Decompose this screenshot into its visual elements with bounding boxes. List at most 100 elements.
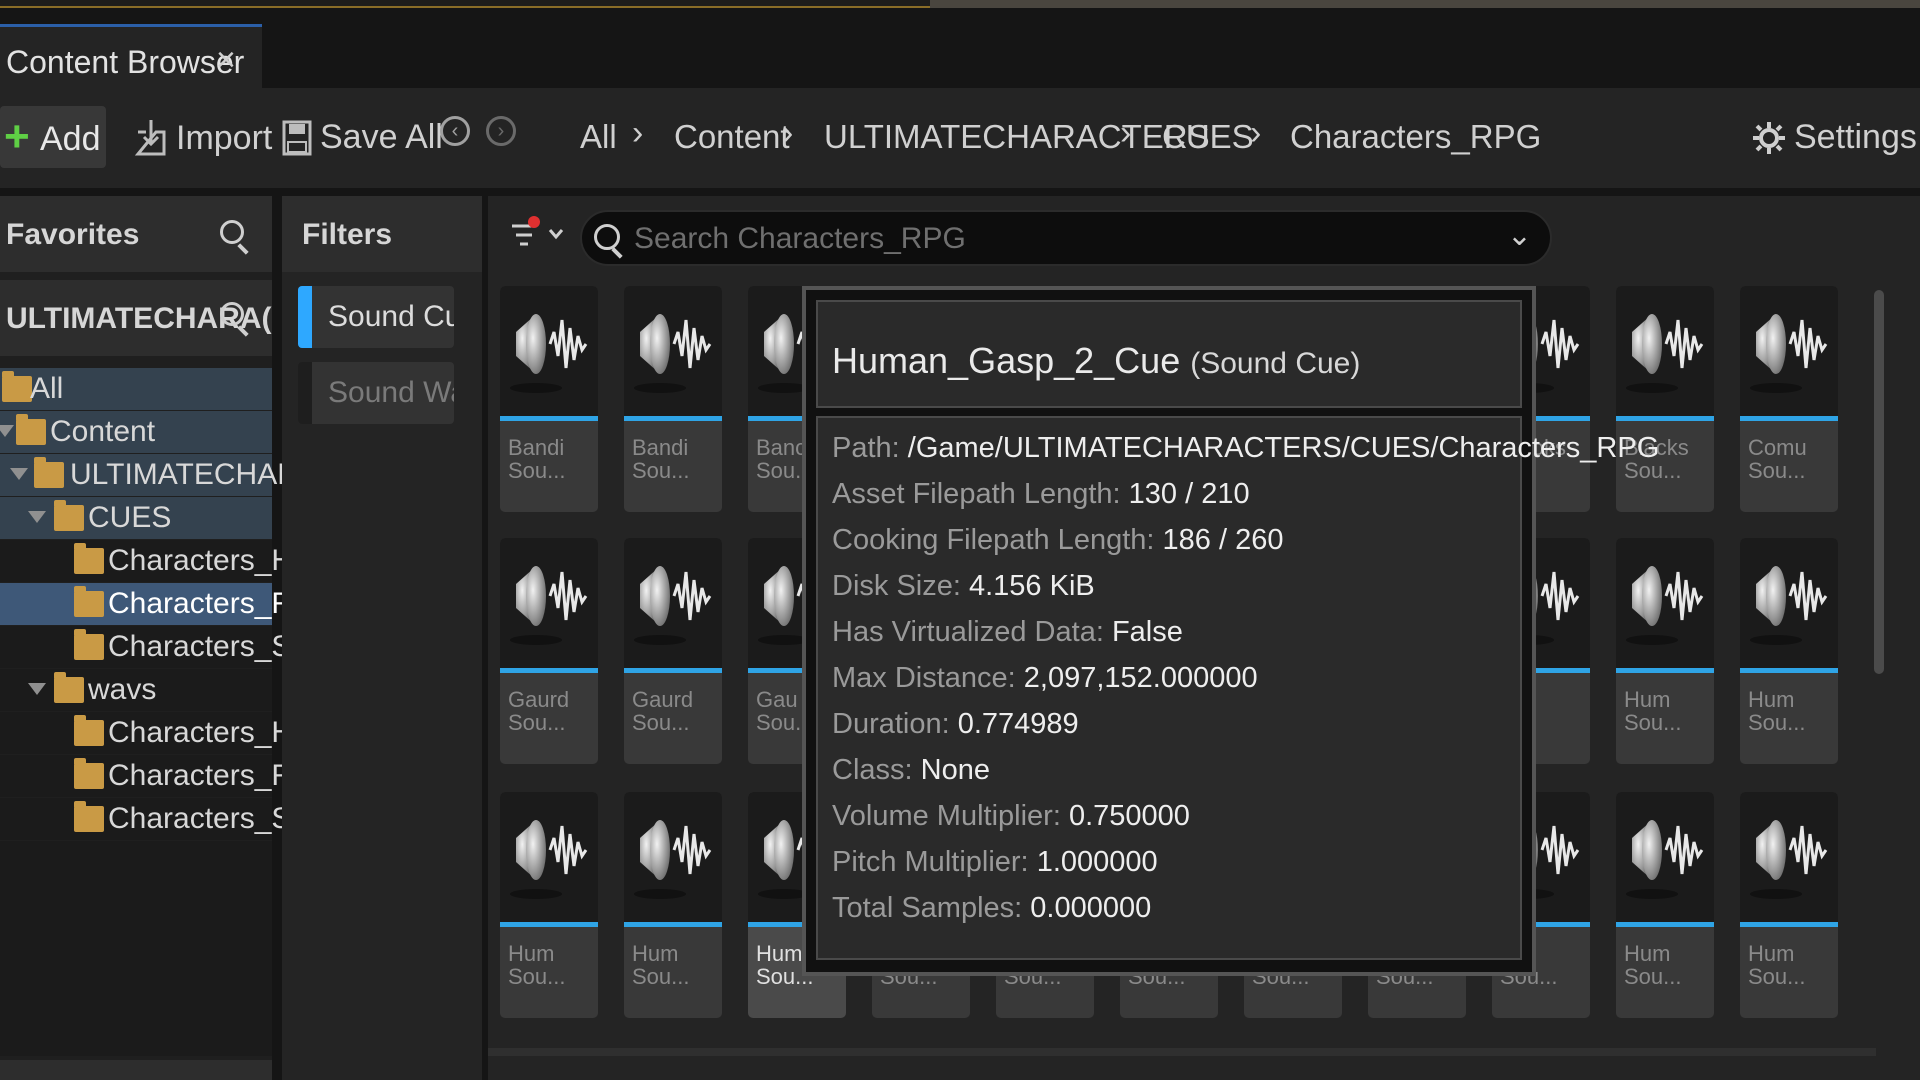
tooltip-key: Has Virtualized Data: bbox=[832, 616, 1104, 648]
asset-tile[interactable]: Comu Sou... bbox=[1740, 286, 1838, 512]
tooltip-row: Has Virtualized Data: False bbox=[832, 616, 1183, 649]
asset-type-label: Sou... bbox=[632, 710, 690, 735]
favorites-header[interactable]: Favorites bbox=[0, 196, 272, 272]
back-icon[interactable]: ‹ bbox=[440, 116, 470, 146]
sound-waveform-icon bbox=[510, 566, 588, 645]
tooltip-key: Asset Filepath Length: bbox=[832, 478, 1121, 510]
asset-tile[interactable]: Bandi Sou... bbox=[624, 286, 722, 512]
tree-item-wavs-characters-hc[interactable]: Characters_Hc bbox=[0, 712, 308, 754]
asset-tile[interactable]: Hum Sou... bbox=[500, 792, 598, 1018]
tree-item-wavs[interactable]: wavs bbox=[0, 669, 272, 711]
asset-tile[interactable]: Hum Sou... bbox=[1616, 792, 1714, 1018]
tree-item-label: Characters_RI bbox=[108, 587, 302, 620]
asset-type-bar bbox=[624, 922, 722, 927]
chevron-down-icon[interactable] bbox=[0, 425, 14, 437]
search-icon[interactable] bbox=[220, 302, 244, 326]
close-icon[interactable]: × bbox=[216, 41, 236, 80]
collections-header[interactable] bbox=[0, 1060, 272, 1080]
filter-icon[interactable] bbox=[510, 216, 570, 256]
path-header[interactable]: ULTIMATECHARA( bbox=[0, 280, 272, 356]
tree-item-content[interactable]: Content bbox=[0, 411, 272, 453]
asset-tile[interactable]: Hum Sou... bbox=[1740, 792, 1838, 1018]
asset-thumbnail bbox=[1616, 792, 1714, 922]
search-placeholder: Search Characters_RPG bbox=[634, 222, 966, 255]
asset-tile[interactable]: Hum Sou... bbox=[624, 792, 722, 1018]
breadcrumb-item-1[interactable]: Content bbox=[674, 118, 790, 156]
breadcrumb-separator: › bbox=[632, 114, 644, 152]
tree-item-characters-sc[interactable]: Characters_SC bbox=[0, 626, 313, 668]
asset-name: Bandi bbox=[632, 435, 689, 456]
folder-icon bbox=[74, 758, 104, 789]
breadcrumb-item-4[interactable]: Characters_RPG bbox=[1290, 118, 1541, 156]
filters-panel: Filters Sound Cue Sound Wave bbox=[282, 196, 482, 1080]
asset-tile[interactable]: Hum Sou... bbox=[1740, 538, 1838, 764]
tree-item-label: Characters_Hc bbox=[108, 544, 309, 577]
search-input[interactable]: Search Characters_RPG ⌄ bbox=[580, 210, 1552, 266]
tooltip-asset-type: (Sound Cue) bbox=[1190, 347, 1361, 380]
tooltip-key: Duration: bbox=[832, 708, 950, 740]
asset-tile[interactable]: Bandi Sou... bbox=[500, 286, 598, 512]
settings-button[interactable]: Settings bbox=[1752, 118, 1917, 157]
sound-waveform-icon bbox=[1626, 314, 1704, 393]
import-button[interactable]: Import bbox=[134, 118, 272, 158]
tree-item-characters-hc[interactable]: Characters_Hc bbox=[0, 540, 308, 582]
add-button-label: Add bbox=[40, 120, 101, 158]
tree-item-wavs-characters-rpg[interactable]: Characters_RI bbox=[0, 755, 301, 797]
horizontal-scrollbar[interactable] bbox=[488, 1048, 1876, 1056]
folder-open-icon bbox=[34, 457, 64, 488]
tab-title: Content Browser bbox=[6, 44, 245, 80]
vertical-scrollbar[interactable] bbox=[1874, 290, 1884, 674]
asset-type-label: Sou... bbox=[1748, 964, 1806, 989]
chevron-down-icon[interactable] bbox=[28, 511, 46, 523]
asset-type-label: Sou... bbox=[508, 964, 566, 989]
tooltip-key: Volume Multiplier: bbox=[832, 800, 1061, 832]
chevron-down-icon[interactable] bbox=[28, 683, 46, 695]
filter-chip-sound-wave[interactable]: Sound Wave bbox=[298, 362, 454, 424]
asset-name: Hum bbox=[508, 941, 555, 962]
add-button[interactable]: + Add bbox=[0, 106, 106, 168]
sound-waveform-icon bbox=[634, 314, 712, 393]
tooltip-row: Total Samples: 0.000000 bbox=[832, 892, 1151, 925]
breadcrumb-item-2[interactable]: ULTIMATECHARACTERS bbox=[824, 118, 1210, 156]
breadcrumb-item-3[interactable]: CUES bbox=[1162, 118, 1254, 156]
forward-icon[interactable]: › bbox=[486, 116, 516, 146]
chevron-down-icon[interactable] bbox=[10, 468, 28, 480]
tooltip-row: Path: /Game/ULTIMATECHARACTERS/CUES/Char… bbox=[832, 432, 1659, 465]
tree-item-all[interactable]: All bbox=[0, 368, 272, 410]
tree-item-ultimatecharacters[interactable]: ULTIMATECHARA bbox=[0, 454, 319, 496]
asset-tile[interactable]: Blacks Sou... bbox=[1616, 286, 1714, 512]
sound-waveform-icon bbox=[1750, 314, 1828, 393]
asset-type-bar bbox=[500, 668, 598, 673]
asset-tile[interactable]: Hum Sou... bbox=[1616, 538, 1714, 764]
tree-item-cues[interactable]: CUES bbox=[0, 497, 272, 539]
tooltip-row: Max Distance: 2,097,152.000000 bbox=[832, 662, 1258, 695]
tooltip-value: 0.774989 bbox=[957, 708, 1079, 740]
asset-thumbnail bbox=[500, 792, 598, 922]
tree-item-wavs-characters-sc[interactable]: Characters_SC bbox=[0, 798, 313, 840]
breadcrumb-item-0[interactable]: All bbox=[580, 118, 617, 156]
tab-content-browser[interactable]: Content Browser × bbox=[0, 24, 262, 96]
asset-tile[interactable]: Gaurd Sou... bbox=[500, 538, 598, 764]
sound-waveform-icon bbox=[510, 314, 588, 393]
asset-type-bar bbox=[624, 668, 722, 673]
search-icon[interactable] bbox=[220, 220, 244, 244]
import-button-label: Import bbox=[176, 118, 273, 157]
sound-waveform-icon bbox=[1750, 566, 1828, 645]
tooltip-title: Human_Gasp_2_Cue (Sound Cue) bbox=[832, 340, 1360, 382]
asset-type-label: Sou... bbox=[508, 710, 566, 735]
tooltip-row: Pitch Multiplier: 1.000000 bbox=[832, 846, 1158, 879]
gear-icon bbox=[1753, 121, 1785, 154]
asset-type-label: Sou... bbox=[632, 458, 690, 483]
chevron-down-icon[interactable]: ⌄ bbox=[1507, 218, 1532, 253]
tooltip-value: False bbox=[1111, 616, 1183, 648]
save-all-button[interactable]: Save All bbox=[282, 118, 443, 157]
sound-waveform-icon bbox=[510, 820, 588, 899]
asset-type-bar bbox=[1740, 416, 1838, 421]
asset-tile[interactable]: Gaurd Sou... bbox=[624, 538, 722, 764]
tooltip-key: Cooking Filepath Length: bbox=[832, 524, 1155, 556]
filters-title: Filters bbox=[302, 218, 393, 251]
tree-item-characters-rpg[interactable]: Characters_RI bbox=[0, 583, 301, 625]
filter-chip-sound-cue[interactable]: Sound Cue bbox=[298, 286, 454, 348]
folder-icon bbox=[74, 801, 104, 832]
tooltip-key: Max Distance: bbox=[832, 662, 1016, 694]
